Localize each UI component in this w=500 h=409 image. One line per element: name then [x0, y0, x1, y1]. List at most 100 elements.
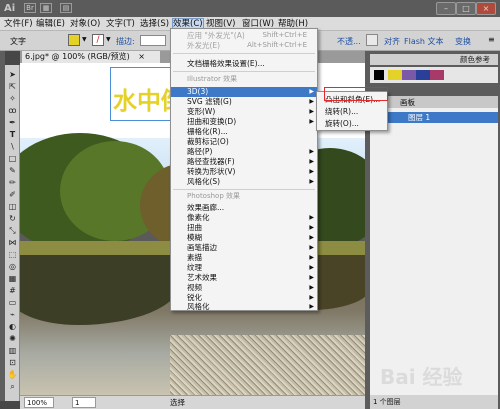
- chevron-down-icon[interactable]: ▼: [82, 36, 87, 43]
- panel-menu-icon[interactable]: ≡: [488, 35, 495, 44]
- close-icon[interactable]: ×: [138, 52, 145, 61]
- blob-brush-tool-icon[interactable]: ✐: [6, 189, 19, 200]
- symbol-sprayer-tool-icon[interactable]: ✺: [6, 333, 19, 344]
- page-field[interactable]: 1: [72, 397, 96, 408]
- menu-object[interactable]: 对象(O): [70, 18, 100, 30]
- eyedropper-tool-icon[interactable]: ⌁: [6, 309, 19, 320]
- menu-item-pathfinder[interactable]: 路径查找器(F) ▶: [171, 157, 317, 167]
- mesh-tool-icon[interactable]: #: [6, 285, 19, 296]
- menu-item-document-raster-settings[interactable]: 文档栅格效果设置(E)...: [171, 59, 317, 69]
- pen-tool-icon[interactable]: ✒: [6, 117, 19, 128]
- stroke-label[interactable]: 描边:: [116, 36, 135, 47]
- fill-swatch[interactable]: [68, 34, 80, 46]
- pencil-tool-icon[interactable]: ✏: [6, 177, 19, 188]
- zoom-field[interactable]: 100%: [24, 397, 54, 408]
- illustrator-effects-header: Illustrator 效果: [187, 75, 238, 83]
- mode-label: 文字: [10, 37, 26, 46]
- line-tool-icon[interactable]: \: [6, 141, 19, 152]
- selection-tool-icon[interactable]: ➤: [6, 69, 19, 80]
- stroke-swatch[interactable]: /: [92, 34, 104, 46]
- effect-menu: 应用 "外发光"(A) Shift+Ctrl+E 外发光(E) Alt+Shift+…: [170, 28, 318, 311]
- menu-item-pixelate[interactable]: 像素化 ▶: [171, 213, 317, 223]
- lasso-tool-icon[interactable]: ꝏ: [6, 105, 19, 116]
- chevron-down-icon[interactable]: ▼: [106, 36, 111, 43]
- artboard-tool-icon[interactable]: ⊡: [6, 357, 19, 368]
- menu-item-stylize-illustrator[interactable]: 风格化(S) ▶: [171, 177, 317, 187]
- rectangle-tool-icon[interactable]: □: [6, 153, 19, 164]
- layers-footer: 1 个图层: [370, 395, 498, 409]
- photo-gravel: [170, 335, 365, 395]
- paintbrush-tool-icon[interactable]: ✎: [6, 165, 19, 176]
- maximize-button[interactable]: □: [456, 2, 476, 15]
- menu-item-texture[interactable]: 纹理 ▶: [171, 263, 317, 273]
- hand-tool-icon[interactable]: ✋: [6, 369, 19, 380]
- color-swatch[interactable]: [430, 70, 444, 80]
- stroke-weight-input[interactable]: [140, 35, 166, 46]
- menu-item-convert-to-shape[interactable]: 转换为形状(V) ▶: [171, 167, 317, 177]
- menu-item-path[interactable]: 路径(P) ▶: [171, 147, 317, 157]
- menu-item-3d[interactable]: 3D(3) ▶: [171, 87, 317, 97]
- arrange-documents-icon[interactable]: ▦: [40, 3, 52, 13]
- menu-item-distort[interactable]: 扭曲 ▶: [171, 223, 317, 233]
- menu-item-last-effect[interactable]: 外发光(E) Alt+Shift+Ctrl+E: [171, 41, 317, 51]
- color-swatch[interactable]: [416, 70, 430, 80]
- base-color-swatch[interactable]: [374, 70, 384, 80]
- menu-item-stylize-photoshop[interactable]: 风格化 ▶: [171, 302, 317, 312]
- menu-file[interactable]: 文件(F): [4, 18, 33, 30]
- shape-builder-tool-icon[interactable]: ◎: [6, 261, 19, 272]
- bridge-icon[interactable]: Br: [24, 3, 36, 13]
- watermark: Bai 经验: [380, 365, 463, 389]
- status-text: 选择: [170, 398, 185, 407]
- rotate-tool-icon[interactable]: ↻: [6, 213, 19, 224]
- menu-item-revolve[interactable]: 绕转(R)...: [317, 106, 387, 117]
- color-swatch[interactable]: [402, 70, 416, 80]
- scale-tool-icon[interactable]: ⤡: [6, 225, 19, 236]
- menu-select[interactable]: 选择(S): [140, 18, 169, 30]
- direct-selection-tool-icon[interactable]: ⇱: [6, 81, 19, 92]
- layer-row[interactable]: ◉ 图层 1: [370, 112, 498, 123]
- opacity-link[interactable]: 不透...: [337, 36, 361, 47]
- document-title: 6.jpg* @ 100% (RGB/预览): [25, 52, 130, 61]
- perspective-grid-tool-icon[interactable]: ▦: [6, 273, 19, 284]
- eraser-tool-icon[interactable]: ◫: [6, 201, 19, 212]
- free-transform-tool-icon[interactable]: ⬚: [6, 249, 19, 260]
- blend-tool-icon[interactable]: ◐: [6, 321, 19, 332]
- gradient-tool-icon[interactable]: ▭: [6, 297, 19, 308]
- close-button[interactable]: ×: [476, 2, 496, 15]
- status-bar: 100% 1 选择: [20, 395, 365, 409]
- type-tool-icon[interactable]: T: [6, 129, 19, 140]
- menu-item-svg-filters[interactable]: SVG 滤镜(G) ▶: [171, 97, 317, 107]
- zoom-tool-icon[interactable]: ⌕: [6, 381, 19, 392]
- align-link[interactable]: 对齐: [384, 36, 400, 47]
- document-tab[interactable]: 6.jpg* @ 100% (RGB/预览) ×: [22, 51, 160, 63]
- transform-link[interactable]: 变换: [455, 36, 471, 47]
- menu-item-apply-last-effect[interactable]: 应用 "外发光"(A) Shift+Ctrl+E: [171, 31, 317, 41]
- menu-item-video[interactable]: 视频 ▶: [171, 283, 317, 293]
- menu-item-crop-marks[interactable]: 裁剪标记(O): [171, 137, 317, 147]
- artboards-tab[interactable]: 画板: [400, 97, 415, 108]
- width-tool-icon[interactable]: ⋈: [6, 237, 19, 248]
- color-guide-tab[interactable]: 颜色参考: [460, 55, 490, 64]
- menu-item-artistic[interactable]: 艺术效果 ▶: [171, 273, 317, 283]
- annotation-highlight-box: [324, 87, 388, 101]
- magic-wand-tool-icon[interactable]: ✧: [6, 93, 19, 104]
- layers-list: [370, 108, 498, 398]
- menu-item-sketch[interactable]: 素描 ▶: [171, 253, 317, 263]
- menu-item-rasterize[interactable]: 栅格化(R)...: [171, 127, 317, 137]
- color-swatch[interactable]: [388, 70, 402, 80]
- menu-item-distort-transform[interactable]: 扭曲和变换(D) ▶: [171, 117, 317, 127]
- menu-edit[interactable]: 编辑(E): [36, 18, 65, 30]
- layer-count: 1 个图层: [373, 398, 401, 406]
- layer-name[interactable]: 图层 1: [408, 112, 430, 123]
- menu-item-rotate[interactable]: 旋转(O)...: [317, 118, 387, 129]
- menu-item-effect-gallery[interactable]: 效果画廊...: [171, 203, 317, 213]
- menu-item-brush-strokes[interactable]: 画笔描边 ▶: [171, 243, 317, 253]
- menu-item-blur[interactable]: 模糊 ▶: [171, 233, 317, 243]
- column-graph-tool-icon[interactable]: ▥: [6, 345, 19, 356]
- recolor-icon[interactable]: [366, 34, 378, 46]
- menu-item-warp[interactable]: 变形(W) ▶: [171, 107, 317, 117]
- minimize-button[interactable]: –: [436, 2, 456, 15]
- menu-type[interactable]: 文字(T): [106, 18, 135, 30]
- workspace-icon[interactable]: ▤: [60, 3, 72, 13]
- flash-text-link[interactable]: Flash 文本: [404, 36, 444, 47]
